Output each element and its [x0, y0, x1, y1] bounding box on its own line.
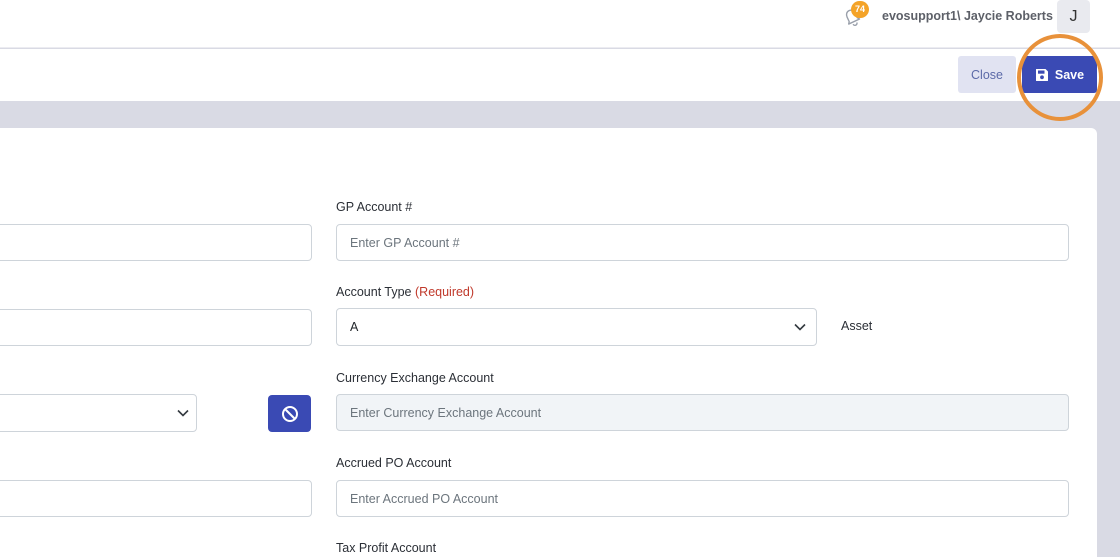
currency-exchange-label: Currency Exchange Account: [336, 371, 494, 385]
save-button-label: Save: [1054, 67, 1085, 82]
account-type-description: Asset: [841, 319, 873, 333]
notification-badge: 74: [851, 1, 869, 18]
left-field-1[interactable]: [0, 224, 312, 261]
floppy-disk-icon: [1035, 68, 1048, 81]
tax-profit-label: Tax Profit Account: [336, 541, 437, 555]
required-indicator: (Required): [415, 285, 475, 299]
top-bar: 74 evosupport1\ Jaycie Roberts J: [0, 0, 1120, 48]
left-field-4[interactable]: [0, 480, 312, 517]
form-card: GP Account # Account Type (Required) A A…: [0, 128, 1097, 557]
accrued-po-input[interactable]: [336, 480, 1069, 517]
ban-icon: [281, 405, 298, 422]
account-type-select[interactable]: A: [336, 308, 817, 346]
left-field-2[interactable]: [0, 309, 312, 346]
currency-exchange-input: [336, 394, 1069, 431]
close-button[interactable]: Close: [958, 56, 1016, 93]
account-type-value: A: [350, 320, 359, 334]
accrued-po-label: Accrued PO Account: [336, 456, 452, 470]
account-type-label: Account Type (Required): [336, 285, 474, 299]
account-type-label-text: Account Type: [336, 285, 412, 299]
gp-account-label: GP Account #: [336, 200, 413, 214]
chevron-down-icon: [794, 323, 806, 331]
user-name[interactable]: evosupport1\ Jaycie Roberts: [882, 9, 1053, 23]
action-toolbar: Close Save: [0, 49, 1120, 101]
clear-button[interactable]: [268, 395, 311, 432]
avatar[interactable]: J: [1057, 0, 1090, 33]
chevron-down-icon: [177, 409, 189, 417]
gp-account-input[interactable]: [336, 224, 1069, 261]
left-select[interactable]: [0, 394, 197, 432]
save-button[interactable]: Save: [1022, 56, 1097, 93]
